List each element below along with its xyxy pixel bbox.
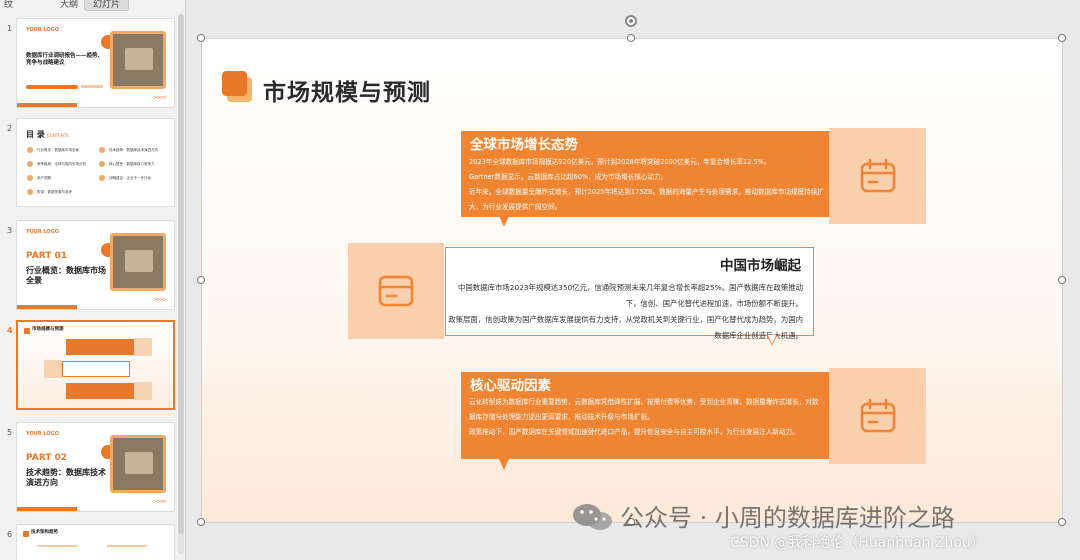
rotate-handle[interactable] — [625, 15, 637, 27]
resize-handle-bottom-right[interactable] — [1058, 518, 1066, 526]
thumbnail-photo — [110, 31, 166, 89]
card-heading: 全球市场增长态势 — [470, 137, 578, 153]
card-line: 云化转型成为数据库行业重要趋势，云数据库凭借弹性扩展、按需付费等优势，受到企业青… — [469, 398, 819, 421]
card-core-drivers[interactable]: 核心驱动因素 云化转型成为数据库行业重要趋势，云数据库凭借弹性扩展、按需付费等优… — [461, 372, 829, 459]
card-body: 2023年全球数据库市场规模达920亿美元，预计到2028年将突破2000亿美元… — [469, 155, 825, 215]
resize-handle-top-left[interactable] — [197, 34, 205, 42]
card-icon-box — [829, 128, 926, 224]
thumbnail-bar — [17, 305, 77, 309]
thumbnail-number: 4 — [7, 326, 13, 335]
card-line: Gartner数据显示，云数据库占比超60%，成为市场增长核心动力。 — [469, 173, 668, 181]
thumbnail-arrows: >>>> — [153, 297, 167, 303]
thumbnail-logo-text: YOUR LOGO — [26, 431, 59, 437]
thumbnail-logo-text: YOUR LOGO — [26, 229, 59, 235]
slide-thumbnail-2[interactable]: 目 录 CONTENTS 行业概览：数据库市场全景 技术趋势：数据库技术演进方向 … — [16, 118, 175, 207]
card-pointer — [499, 459, 509, 470]
watermark-csdn: CSDN @我科绝伦（Huanhuan Zhou） — [730, 535, 985, 551]
resize-handle-bottom-left[interactable] — [197, 518, 205, 526]
resize-handle-right[interactable] — [1058, 276, 1066, 284]
tab-edge-label: 纹 — [4, 0, 14, 10]
thumbnail-number: 2 — [7, 124, 13, 133]
card-icon-box — [348, 243, 444, 339]
toc-item: 附录：数据来源与参考 — [27, 187, 89, 197]
toc-item: 战略建议：企业下一步行动 — [99, 173, 161, 183]
tab-outline[interactable]: 大纲 — [60, 0, 78, 10]
thumbnail-photo — [110, 435, 166, 493]
toc-item: 行业概览：数据库市场全景 — [27, 145, 89, 155]
card-line: 中国数据库市场2023年规模达350亿元，信通院预测未来几年复合增长率超25%。… — [458, 283, 803, 308]
panel-tabs: 纹 大纲 幻灯片 — [0, 0, 186, 11]
resize-handle-left[interactable] — [197, 276, 205, 284]
title-decoration — [222, 71, 254, 103]
card-line: 政策推动下，国产数据库在关键领域加速替代进口产品，提升信息安全与自主可控水平，为… — [469, 428, 799, 436]
thumbnail-card — [62, 361, 130, 377]
calendar-icon — [860, 158, 895, 193]
card-line: 2023年全球数据库市场规模达920亿美元，预计到2028年将突破2000亿美元… — [469, 158, 771, 166]
thumbnail-title-mark — [24, 328, 30, 334]
thumbnail-number: 5 — [7, 428, 13, 437]
thumbnail-bar — [17, 507, 77, 511]
thumbnail-arrows: >>>> — [153, 95, 167, 101]
card-line: 近年来，全球数据量呈爆炸式增长，预计2025年将达到175ZB。数据的海量产生与… — [469, 188, 824, 211]
slide-title[interactable]: 市场规模与预测 — [263, 73, 431, 107]
panel-scrollbar-thumb[interactable] — [178, 14, 184, 534]
resize-handle-top-right[interactable] — [1058, 34, 1066, 42]
thumbnail-card — [66, 383, 134, 399]
thumbnail-part-label: PART 01 — [26, 251, 68, 261]
thumbnail-title: 技术趋势：数据库技术演进方向 — [26, 468, 106, 487]
thumbnail-part-label: PART 02 — [26, 453, 68, 463]
thumbnail-icon-box — [134, 382, 152, 400]
watermark-wechat: 公众号 · 小周的数据库进阶之路 — [620, 504, 955, 532]
card-global-market[interactable]: 全球市场增长态势 2023年全球数据库市场规模达920亿美元，预计到2028年将… — [461, 131, 829, 217]
thumbnail-title: 市场规模与预测 — [32, 327, 64, 332]
credit-card-icon — [378, 275, 414, 307]
card-pointer-inner — [768, 335, 776, 344]
toc-item: 技术趋势：数据库技术演进方向 — [99, 145, 161, 155]
thumbnail-bar — [17, 103, 77, 107]
slide-thumbnail-3[interactable]: YOUR LOGO PART 01 行业概览：数据库市场全景 >>>> — [16, 220, 175, 310]
thumbnail-logo-text: YOUR LOGO — [26, 27, 59, 33]
thumbnail-toc-heading: 目 录 CONTENTS — [26, 130, 69, 139]
thumbnail-number: 3 — [7, 226, 13, 235]
wechat-icon — [573, 504, 612, 530]
slide-thumbnail-6[interactable]: 技术架构趋势 — [16, 524, 175, 560]
thumbnail-arrows: >>>> — [153, 499, 167, 505]
thumbnail-title-mark — [23, 531, 29, 537]
tab-slides[interactable]: 幻灯片 — [84, 0, 130, 11]
card-pointer — [499, 216, 509, 227]
thumbnail-title: 技术架构趋势 — [31, 530, 58, 535]
card-heading: 中国市场崛起 — [720, 258, 801, 274]
resize-handle-top[interactable] — [627, 34, 635, 42]
thumbnail-pill — [26, 85, 78, 89]
slide[interactable]: 市场规模与预测 全球市场增长态势 2023年全球数据库市场规模达920亿美元，预… — [201, 38, 1063, 523]
thumbnail-photo — [110, 233, 166, 291]
card-line: 政策层面，信创政策为国产数据库发展提供有力支持，从党政机关到关键行业，国产化替代… — [448, 315, 803, 340]
thumbnail-title: 数据库行业调研报告——趋势、竞争与战略建议 — [26, 53, 104, 66]
toc-item: 竞争格局：全球与国内市场分析 — [27, 159, 89, 169]
card-china-market[interactable]: 中国市场崛起 中国数据库市场2023年规模达350亿元，信通院预测未来几年复合增… — [445, 247, 814, 340]
card-body: 云化转型成为数据库行业重要趋势，云数据库凭借弹性扩展、按需付费等优势，受到企业青… — [469, 395, 825, 440]
thumbnail-icon-box — [134, 338, 152, 356]
slide-thumbnail-panel: 纹 大纲 幻灯片 1 YOUR LOGO 数据库行业调研报告——趋势、竞争与战略… — [0, 0, 186, 560]
thumbnail-icon-box — [44, 360, 62, 378]
card-heading: 核心驱动因素 — [470, 378, 551, 394]
thumbnail-line — [37, 545, 77, 547]
toc-item: 用户洞察 — [27, 173, 89, 183]
thumbnail-line — [81, 85, 103, 88]
thumbnail-card — [66, 339, 134, 355]
slide-thumbnail-5[interactable]: YOUR LOGO PART 02 技术趋势：数据库技术演进方向 >>>> — [16, 422, 175, 512]
thumbnail-number: 6 — [7, 530, 13, 539]
card-icon-box — [829, 368, 926, 464]
thumbnail-line — [107, 545, 147, 547]
calendar-icon — [860, 398, 895, 433]
thumbnail-number: 1 — [7, 24, 13, 33]
toc-item: 核心壁垒：数据库核心竞争力 — [99, 159, 161, 169]
slide-editor-canvas: 市场规模与预测 全球市场增长态势 2023年全球数据库市场规模达920亿美元，预… — [187, 0, 1080, 560]
card-body: 中国数据库市场2023年规模达350亿元，信通院预测未来几年复合增长率超25%。… — [447, 280, 803, 344]
slide-thumbnail-4[interactable]: 市场规模与预测 — [16, 320, 175, 410]
slide-thumbnail-1[interactable]: YOUR LOGO 数据库行业调研报告——趋势、竞争与战略建议 >>>> — [16, 18, 175, 108]
thumbnail-title: 行业概览：数据库市场全景 — [26, 266, 106, 285]
